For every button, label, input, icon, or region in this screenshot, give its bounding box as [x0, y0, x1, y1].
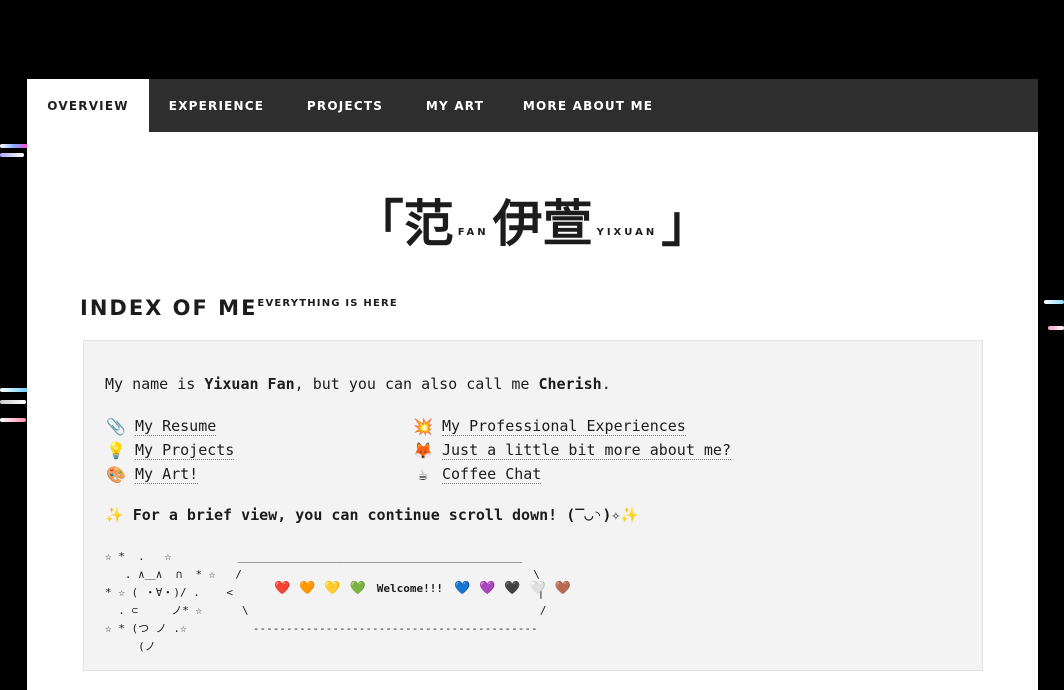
glitch-streak [0, 388, 28, 392]
title-char-yixuan: 伊萱 [492, 195, 593, 253]
glitch-streak [0, 153, 24, 157]
top-nav: OVERVIEW EXPERIENCE PROJECTS MY ART MORE… [27, 79, 1038, 132]
fox-icon: 🦊 [413, 441, 433, 460]
title-romanized-fan: FAN [457, 227, 489, 238]
section-heading: INDEX OF MEEVERYTHING IS HERE [80, 296, 398, 320]
glitch-streak [0, 144, 28, 148]
link-experiences-label[interactable]: My Professional Experiences [442, 417, 686, 436]
section-subtitle: EVERYTHING IS HERE [257, 298, 398, 309]
intro-mid: , but you can also call me [294, 375, 539, 393]
tab-my-art[interactable]: MY ART [406, 79, 504, 132]
intro-name: Yixuan Fan [204, 375, 295, 393]
sparkle-icon: ✨ [105, 506, 124, 524]
lightbulb-icon: 💡 [106, 441, 126, 460]
tab-experience[interactable]: EXPERIENCE [149, 79, 284, 132]
brief-view-text: ✨ For a brief view, you can continue scr… [105, 506, 639, 524]
black-heart-icon: 🖤 [504, 581, 521, 596]
title-romanized-yixuan: YIXUAN [596, 227, 658, 238]
sparkle-icon: ✨ [620, 506, 640, 524]
white-heart-icon: 🤍 [529, 581, 546, 596]
title-char-fan: 范 [403, 195, 454, 253]
tab-overview[interactable]: OVERVIEW [27, 79, 149, 132]
link-about-me-label[interactable]: Just a little bit more about me? [442, 441, 731, 460]
tab-projects[interactable]: PROJECTS [284, 79, 406, 132]
section-title-text: INDEX OF ME [80, 296, 258, 320]
link-about-me[interactable]: 🦊 Just a little bit more about me? [412, 441, 731, 460]
link-projects[interactable]: 💡 My Projects [105, 441, 235, 460]
link-resume[interactable]: 📎 My Resume [105, 417, 217, 436]
paperclip-icon: 📎 [106, 417, 126, 436]
intro-pre: My name is [105, 375, 205, 393]
green-heart-icon: 💚 [349, 581, 366, 596]
link-projects-label[interactable]: My Projects [135, 441, 235, 460]
tab-more-about-me[interactable]: MORE ABOUT ME [504, 79, 672, 132]
blue-heart-icon: 💙 [453, 581, 471, 596]
yellow-heart-icon: 💛 [324, 581, 341, 596]
link-coffee-chat-label[interactable]: Coffee Chat [442, 465, 542, 484]
main-card: OVERVIEW EXPERIENCE PROJECTS MY ART MORE… [27, 79, 1038, 690]
ascii-art: ☆ * . ☆ ________________________________… [105, 550, 547, 653]
welcome-banner: ❤️ 🧡 💛 💚 Welcome!!! 💙 💜 🖤 🤍 🤎 [274, 581, 571, 596]
purple-heart-icon: 💜 [479, 581, 496, 596]
glitch-streak [1048, 326, 1064, 330]
link-coffee-chat[interactable]: ☕ Coffee Chat [412, 465, 542, 484]
link-experiences[interactable]: 💥 My Professional Experiences [412, 417, 686, 436]
glitch-streak [0, 418, 26, 422]
intro-end: . [601, 375, 611, 393]
title-close-bracket: 」 [661, 195, 712, 253]
orange-heart-icon: 🧡 [299, 581, 316, 596]
link-resume-label[interactable]: My Resume [135, 417, 217, 436]
glitch-streak [1044, 300, 1064, 304]
link-art-label[interactable]: My Art! [135, 465, 199, 484]
brown-heart-icon: 🤎 [554, 581, 571, 596]
brief-text: For a brief view, you can continue scrol… [132, 506, 621, 524]
welcome-text: Welcome!!! [376, 582, 443, 595]
coffee-icon: ☕ [418, 465, 428, 484]
intro-nickname: Cherish [538, 375, 602, 393]
page-title: 「范 FAN伊萱 YIXUAN」 [27, 184, 1038, 256]
red-heart-icon: ❤️ [274, 581, 291, 596]
glitch-streak [0, 400, 26, 404]
title-open-bracket: 「 [353, 195, 404, 253]
palette-icon: 🎨 [106, 465, 126, 484]
intro-text: My name is Yixuan Fan, but you can also … [105, 375, 611, 393]
collision-icon: 💥 [413, 417, 433, 436]
index-box: My name is Yixuan Fan, but you can also … [83, 340, 983, 671]
link-art[interactable]: 🎨 My Art! [105, 465, 199, 484]
